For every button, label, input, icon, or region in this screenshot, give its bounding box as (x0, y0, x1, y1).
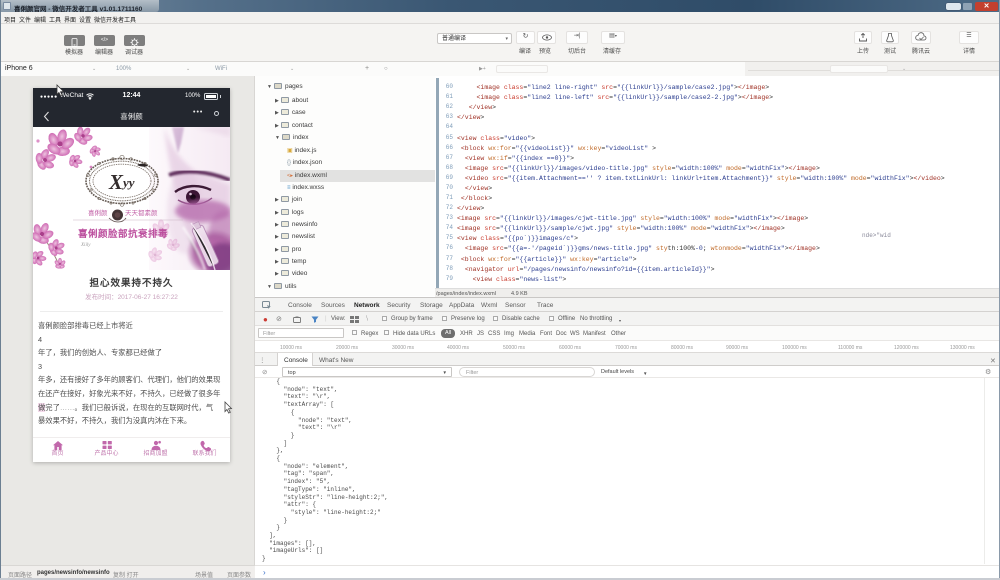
svg-text:X: X (108, 170, 124, 194)
svg-text:喜俐颜脸部抗衰排毒: 喜俐颜脸部抗衰排毒 (78, 228, 168, 240)
svg-text:天天都素颜: 天天都素颜 (125, 208, 158, 217)
svg-text:Xiily: Xiily (80, 243, 91, 248)
svg-text:yy: yy (121, 175, 135, 190)
svg-text:喜俐颜: 喜俐颜 (88, 208, 108, 217)
